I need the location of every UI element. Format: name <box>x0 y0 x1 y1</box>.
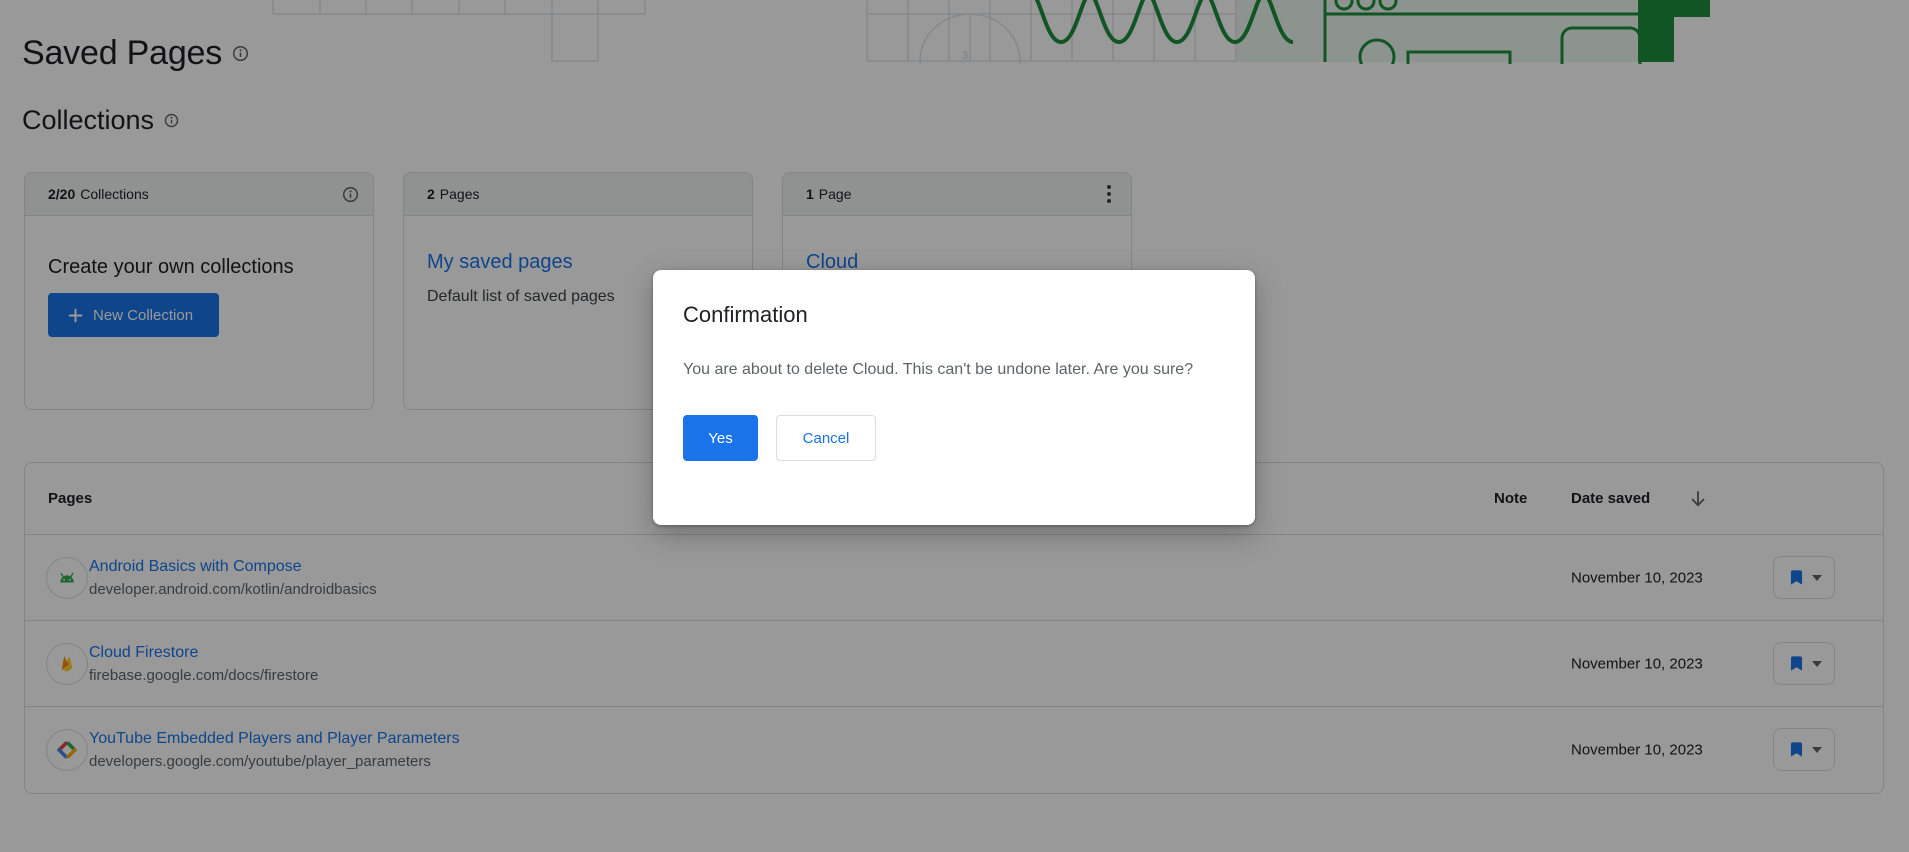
dialog-title: Confirmation <box>683 302 1225 328</box>
yes-button[interactable]: Yes <box>683 415 758 461</box>
saved-pages-screen: 3 Saved Pages Collectio <box>0 0 1909 852</box>
cancel-button[interactable]: Cancel <box>776 415 876 461</box>
confirmation-dialog: Confirmation You are about to delete Clo… <box>653 270 1255 525</box>
dialog-message: You are about to delete Cloud. This can'… <box>683 356 1213 383</box>
dialog-actions: Yes Cancel <box>683 415 1225 461</box>
